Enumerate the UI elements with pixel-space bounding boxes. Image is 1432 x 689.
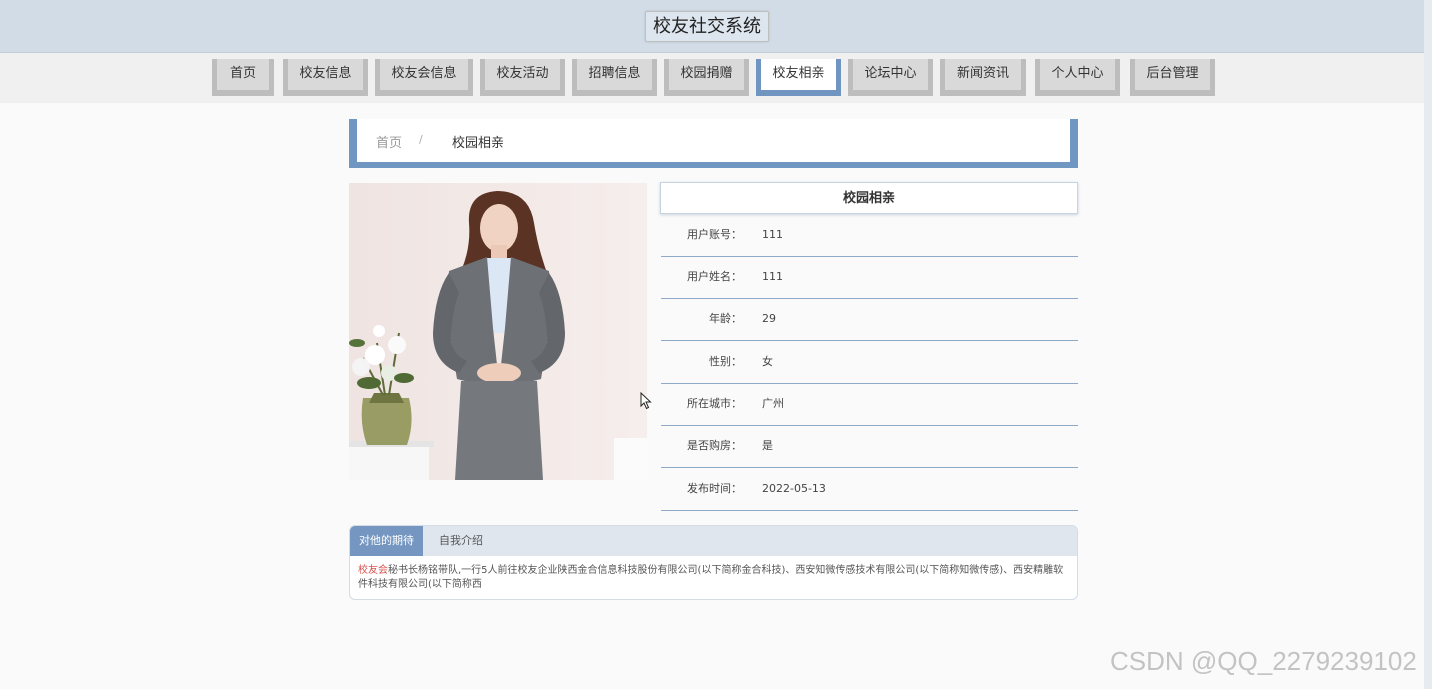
info-row-publish-time: 发布时间： 2022-05-13 bbox=[661, 468, 1078, 511]
detail-title: 校园相亲 bbox=[660, 182, 1078, 214]
nav-item-alumni-association[interactable]: 校友会信息 bbox=[375, 59, 473, 96]
info-value: 女 bbox=[762, 355, 773, 368]
nav-item-forum[interactable]: 论坛中心 bbox=[848, 59, 933, 96]
tabs-bar: 对他的期待 自我介绍 bbox=[350, 526, 1077, 556]
info-label: 发布时间： bbox=[687, 482, 742, 495]
nav-item-alumni-activities[interactable]: 校友活动 bbox=[480, 59, 565, 96]
info-label: 年龄： bbox=[709, 312, 742, 325]
content-highlight: 校友会 bbox=[358, 565, 388, 576]
info-label: 性别： bbox=[709, 355, 742, 368]
nav-item-donation[interactable]: 校园捐赠 bbox=[664, 59, 749, 96]
info-value: 111 bbox=[762, 228, 783, 241]
info-row-owns-house: 是否购房： 是 bbox=[661, 425, 1078, 468]
info-label: 是否购房： bbox=[687, 439, 742, 452]
info-value: 广州 bbox=[762, 397, 784, 410]
nav-item-alumni-info[interactable]: 校友信息 bbox=[283, 59, 368, 96]
tab-expectations[interactable]: 对他的期待 bbox=[350, 526, 423, 556]
nav-item-admin[interactable]: 后台管理 bbox=[1130, 59, 1215, 96]
info-value: 111 bbox=[762, 270, 783, 283]
vertical-scrollbar[interactable] bbox=[1424, 0, 1432, 689]
info-label: 用户姓名： bbox=[687, 270, 742, 283]
info-row-city: 所在城市： 广州 bbox=[661, 383, 1078, 426]
breadcrumb-separator: / bbox=[419, 133, 423, 146]
info-row-gender: 性别： 女 bbox=[661, 341, 1078, 384]
description-tabs: 对他的期待 自我介绍 校友会秘书长杨铭带队,一行5人前往校友企业陕西金合信息科技… bbox=[349, 525, 1078, 600]
site-header: 校友社交系统 bbox=[0, 0, 1424, 53]
tab-content: 校友会秘书长杨铭带队,一行5人前往校友企业陕西金合信息科技股份有限公司(以下简称… bbox=[358, 564, 1070, 592]
profile-photo bbox=[349, 183, 647, 480]
mouse-cursor-icon bbox=[640, 392, 652, 410]
tab-self-intro[interactable]: 自我介绍 bbox=[428, 526, 494, 556]
info-row-account: 用户账号： 111 bbox=[661, 214, 1078, 257]
info-label: 用户账号： bbox=[687, 228, 742, 241]
info-row-age: 年龄： 29 bbox=[661, 298, 1078, 341]
content-text: 秘书长杨铭带队,一行5人前往校友企业陕西金合信息科技股份有限公司(以下简称金合科… bbox=[358, 565, 1064, 590]
nav-item-dating[interactable]: 校友相亲 bbox=[756, 59, 841, 96]
breadcrumb-home-link[interactable]: 首页 bbox=[376, 132, 402, 151]
info-value: 2022-05-13 bbox=[762, 482, 826, 495]
info-row-name: 用户姓名： 111 bbox=[661, 256, 1078, 299]
watermark: CSDN @QQ_2279239102 bbox=[1110, 646, 1417, 676]
breadcrumb: 首页 / 校园相亲 bbox=[349, 119, 1078, 168]
breadcrumb-current: 校园相亲 bbox=[452, 136, 505, 151]
site-title: 校友社交系统 bbox=[645, 11, 769, 42]
nav-item-recruitment[interactable]: 招聘信息 bbox=[572, 59, 657, 96]
nav-item-home[interactable]: 首页 bbox=[212, 59, 274, 96]
info-value: 是 bbox=[762, 439, 773, 452]
main-nav: 首页 校友信息 校友会信息 校友活动 招聘信息 校园捐赠 校友相亲 论坛中心 新… bbox=[0, 53, 1424, 103]
info-value: 29 bbox=[762, 312, 776, 325]
nav-item-personal-center[interactable]: 个人中心 bbox=[1035, 59, 1120, 96]
nav-item-news[interactable]: 新闻资讯 bbox=[940, 59, 1026, 96]
